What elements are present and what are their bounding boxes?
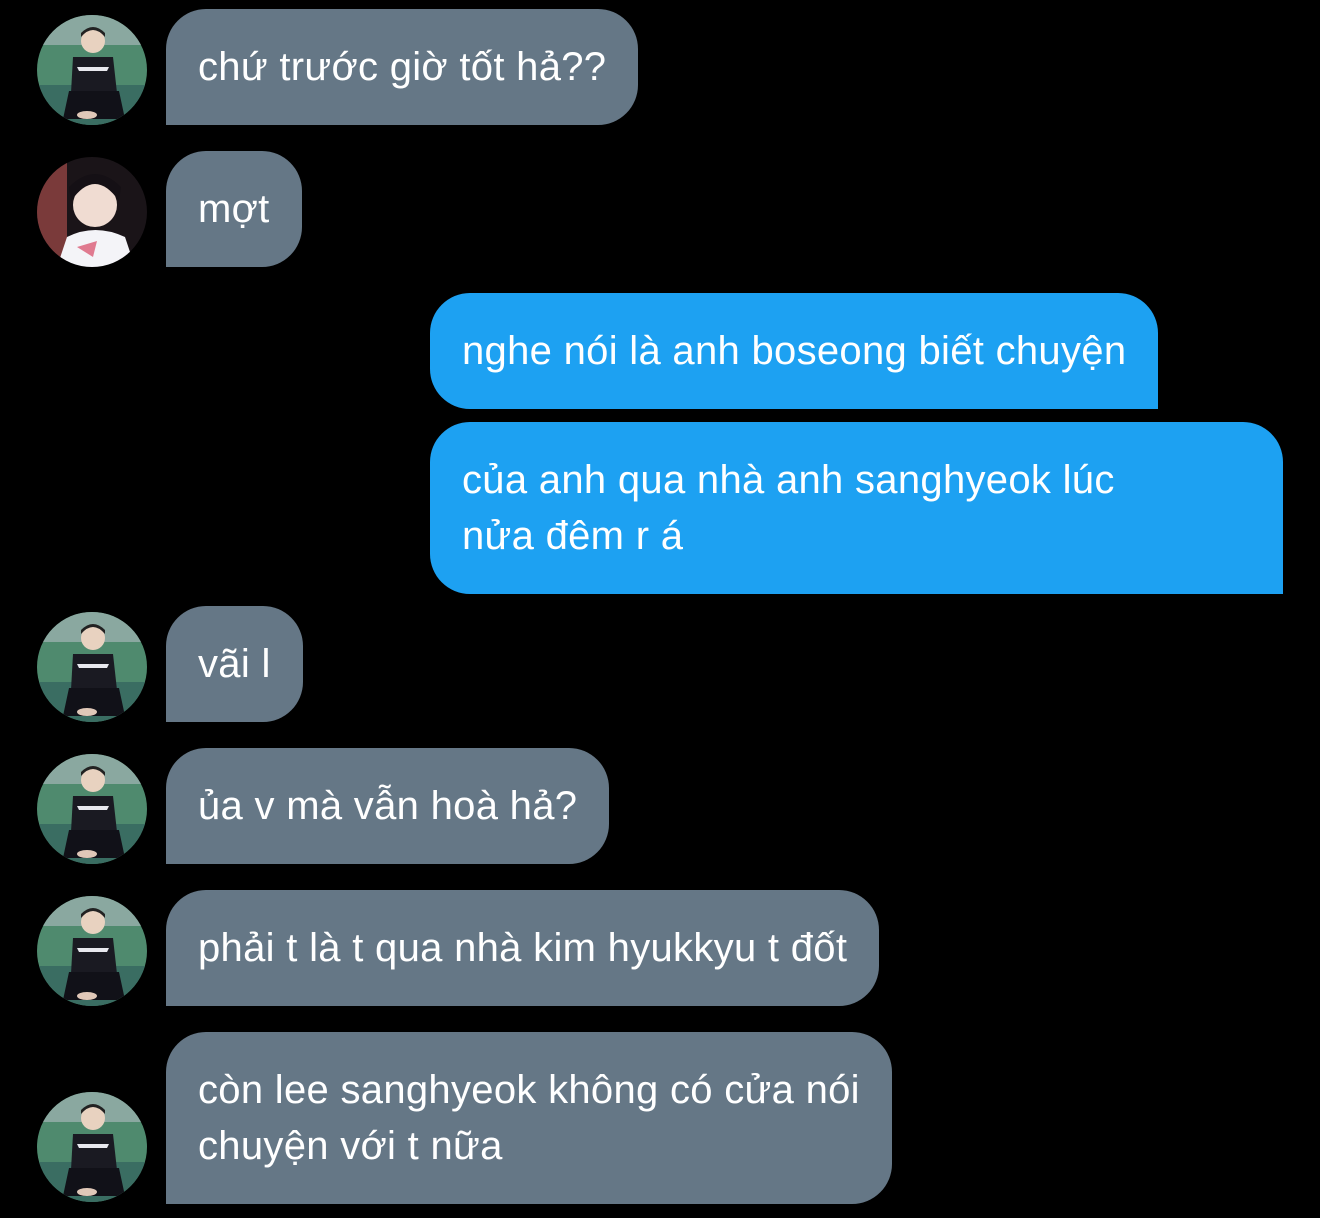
avatar-photo-icon (37, 896, 147, 1006)
avatar-photo-icon (37, 612, 147, 722)
avatar-photo-icon (37, 1092, 147, 1202)
message-text-line: chuyện với t nữa (198, 1124, 503, 1168)
message-text-line: của anh qua nhà anh sanghyeok lúc (462, 458, 1115, 502)
sender-avatar-a[interactable] (37, 754, 147, 864)
message-text: phải t là t qua nhà kim hyukkyu t đốt (198, 926, 848, 970)
message-bubble-incoming[interactable]: chứ trước giờ tốt hả?? (166, 9, 639, 125)
message-bubble-outgoing[interactable]: nghe nói là anh boseong biết chuyện (430, 293, 1159, 409)
message-text-line: nửa đêm r á (462, 514, 684, 558)
avatar-photo-icon (37, 15, 147, 125)
message-text: nghe nói là anh boseong biết chuyện (462, 329, 1127, 373)
message-text-line: còn lee sanghyeok không có cửa nói (198, 1068, 860, 1112)
message-bubble-incoming[interactable]: phải t là t qua nhà kim hyukkyu t đốt (166, 890, 880, 1006)
message-text: ủa v mà vẫn hoà hả? (198, 784, 578, 828)
sender-avatar-a[interactable] (37, 612, 147, 722)
message-bubble-outgoing[interactable]: của anh qua nhà anh sanghyeok lúc nửa đê… (430, 422, 1283, 594)
sender-avatar-b[interactable] (37, 157, 147, 267)
message-text: vãi l (198, 642, 271, 686)
message-bubble-incoming[interactable]: ủa v mà vẫn hoà hả? (166, 748, 610, 864)
avatar-photo-icon (37, 754, 147, 864)
message-text: mợt (198, 187, 270, 231)
message-text: chứ trước giờ tốt hả?? (198, 45, 607, 89)
avatar-photo-icon (37, 157, 147, 267)
message-bubble-incoming[interactable]: mợt (166, 151, 302, 267)
message-bubble-incoming[interactable]: còn lee sanghyeok không có cửa nói chuyệ… (166, 1032, 892, 1204)
sender-avatar-a[interactable] (37, 15, 147, 125)
message-bubble-incoming[interactable]: vãi l (166, 606, 303, 722)
sender-avatar-a[interactable] (37, 1092, 147, 1202)
sender-avatar-a[interactable] (37, 896, 147, 1006)
